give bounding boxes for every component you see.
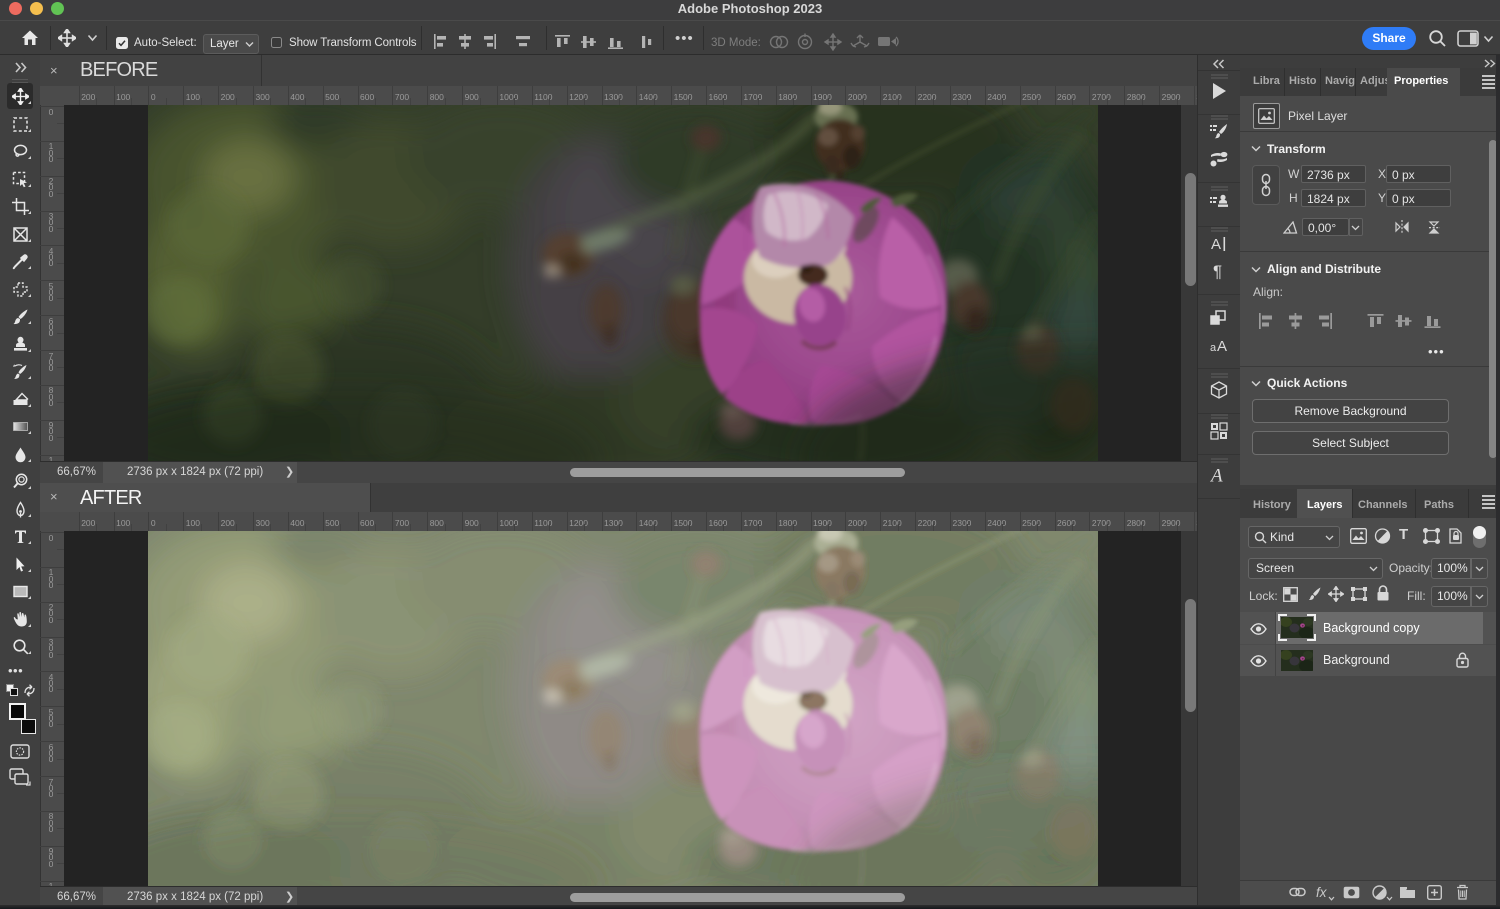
svg-text:A: A [1217, 338, 1227, 355]
svg-text:¶: ¶ [1213, 262, 1222, 281]
svg-text:A: A [1209, 466, 1223, 486]
svg-text:a: a [1210, 342, 1217, 354]
svg-text:A: A [1211, 236, 1221, 253]
